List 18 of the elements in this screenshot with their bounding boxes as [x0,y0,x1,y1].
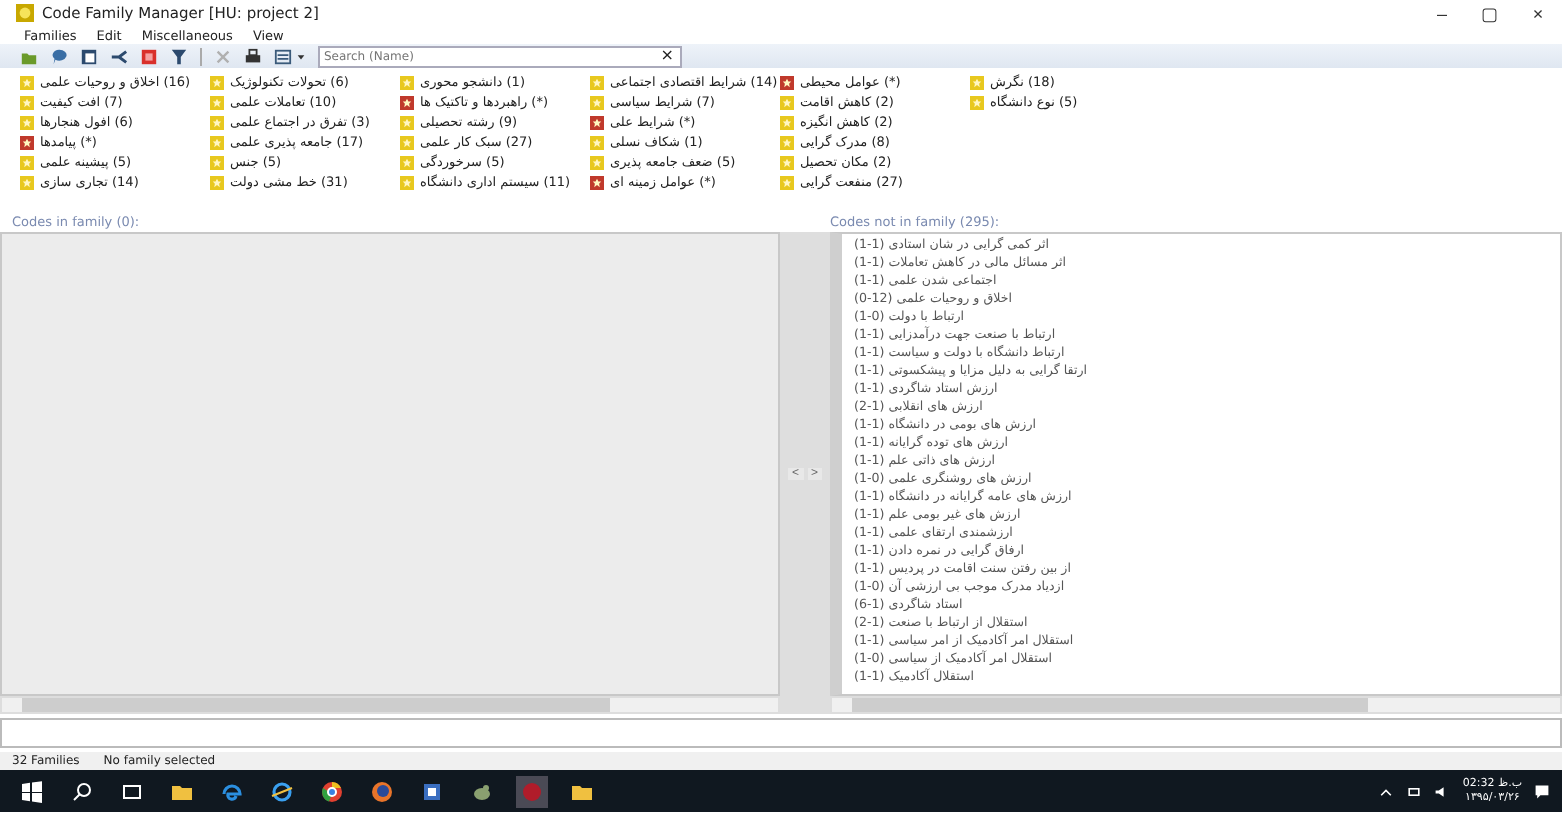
close-button[interactable]: × [1514,3,1562,23]
minimize-button[interactable]: – [1418,3,1466,23]
windows-icon[interactable] [16,775,48,807]
app-icon [16,4,34,22]
scrollbar[interactable] [0,696,780,714]
maximize-button[interactable]: ▢ [1466,3,1514,23]
scrollbar[interactable] [830,696,1562,714]
printer-icon[interactable] [244,47,262,65]
clear-button[interactable]: × [660,48,680,64]
speech-bubble-icon[interactable] [50,47,68,65]
notification-icon[interactable] [1534,783,1550,799]
square-icon[interactable] [140,47,158,65]
list-view-icon[interactable] [274,47,292,65]
window-icon[interactable] [80,47,98,65]
filter-icon[interactable] [170,47,188,65]
network-icon[interactable] [110,47,128,65]
dropdown-caret-icon[interactable] [296,51,306,61]
network-icon[interactable] [1406,783,1423,799]
